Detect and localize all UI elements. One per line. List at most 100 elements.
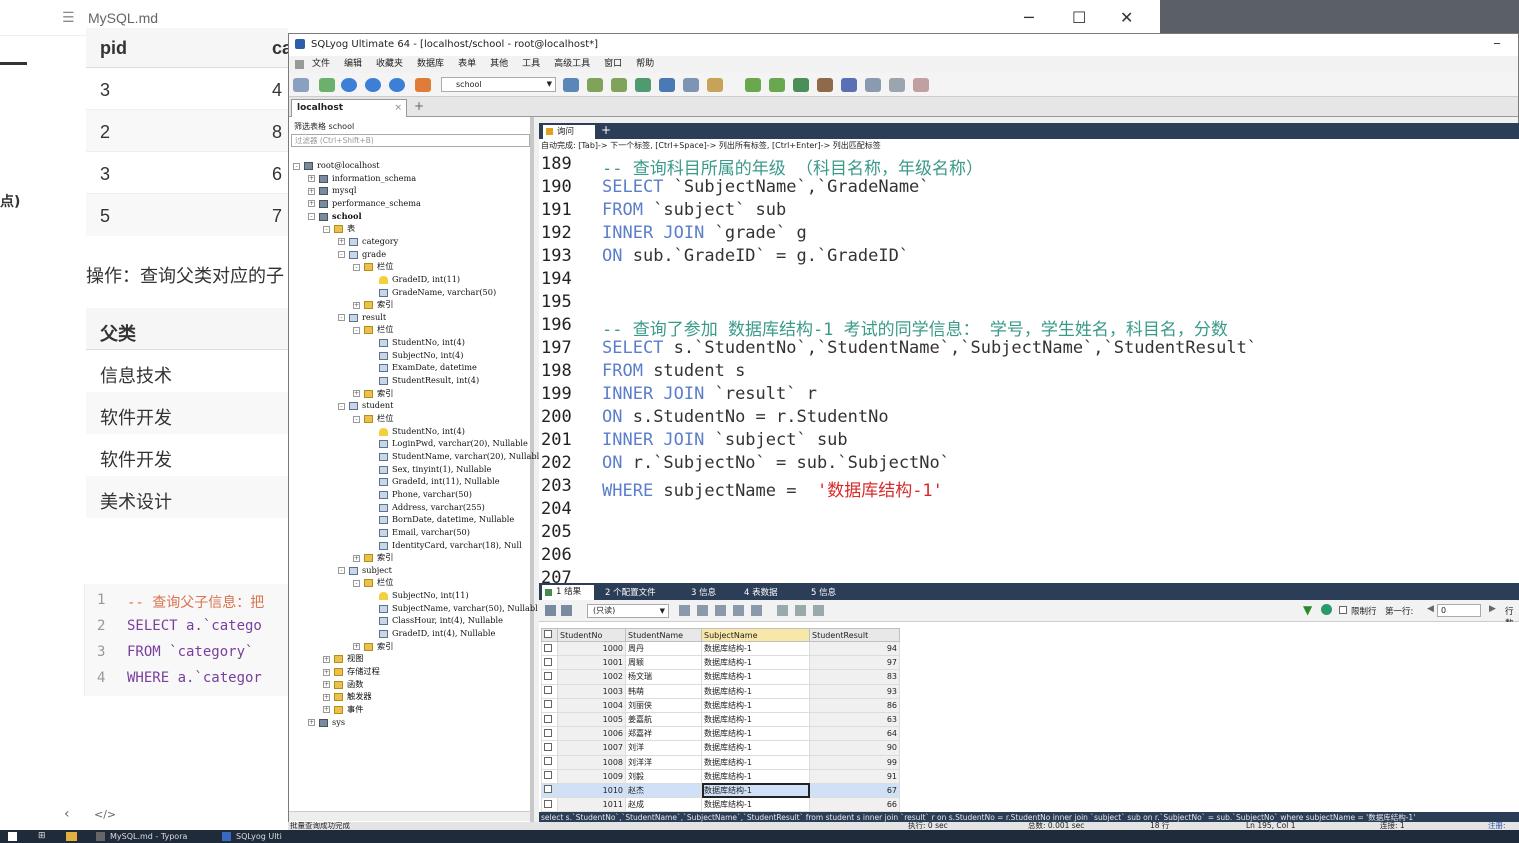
table-cell[interactable]: 数据库结构-1 <box>701 655 810 671</box>
tree-node[interactable]: - root@localhost <box>293 159 380 171</box>
table-cell[interactable]: 1010 <box>557 782 626 799</box>
tree-node[interactable]: + performance_schema <box>308 197 421 209</box>
menu-advanced-tools[interactable]: 高级工具 <box>554 56 590 73</box>
table-cell[interactable]: 1000 <box>557 640 626 657</box>
tree-node[interactable]: + sys <box>308 716 345 728</box>
menu-icon[interactable]: ☰ <box>62 10 75 26</box>
tree-node[interactable]: Address, varchar(255) <box>368 501 485 513</box>
table-cell[interactable]: 韩萌 <box>625 683 702 699</box>
designer-icon[interactable] <box>707 78 723 92</box>
duplicate-icon[interactable] <box>697 605 708 616</box>
backup-icon[interactable] <box>635 78 651 92</box>
menu-window[interactable]: 窗口 <box>604 56 622 73</box>
back-icon[interactable]: ‹ <box>64 806 70 822</box>
menu-help[interactable]: 帮助 <box>636 56 654 73</box>
app-menu-icon[interactable] <box>295 60 304 69</box>
expand-icon[interactable]: + <box>353 554 360 562</box>
collapse-icon[interactable]: - <box>353 263 360 271</box>
tree-node[interactable]: + 函数 <box>323 678 363 690</box>
copy-icon[interactable] <box>679 605 690 616</box>
execute-icon[interactable] <box>341 78 357 92</box>
add-query-tab-icon[interactable]: + <box>601 123 611 137</box>
table-cell[interactable]: 91 <box>809 768 900 784</box>
table-cell[interactable]: 数据库结构-1 <box>701 697 810 713</box>
menu-file[interactable]: 文件 <box>312 56 330 73</box>
tree-node[interactable]: ClassHour, int(4), Nullable <box>368 614 503 626</box>
close-icon[interactable]: ✕ <box>1120 8 1133 27</box>
notification-icon[interactable] <box>841 78 857 92</box>
tab-messages[interactable]: 3 信息 <box>691 586 716 598</box>
collapse-icon[interactable]: - <box>338 567 345 575</box>
table-cell[interactable]: 1011 <box>557 797 626 812</box>
form-view-icon[interactable] <box>795 605 806 616</box>
minimize-icon[interactable]: ─ <box>1494 34 1500 56</box>
column-header[interactable]: StudentName <box>625 628 702 642</box>
sql-editor[interactable]: 189 -- 查询科目所属的年级 （科目名称，年级名称） 190 SELECT `Su… <box>539 152 1519 583</box>
table-cell[interactable]: 94 <box>809 640 900 657</box>
expand-icon[interactable]: + <box>323 655 330 663</box>
connect-icon[interactable] <box>319 78 335 92</box>
filter-input[interactable]: 过滤器 (Ctrl+Shift+B) <box>291 134 530 147</box>
tree-node[interactable]: + 事件 <box>323 703 363 715</box>
grid-view-icon[interactable] <box>777 605 788 616</box>
tree-node[interactable]: - 栏位 <box>353 260 393 272</box>
tree-node[interactable]: + 索引 <box>353 640 393 652</box>
tree-node[interactable]: + mysql <box>308 184 356 196</box>
tree-node[interactable]: -表 <box>323 222 355 234</box>
table-cell[interactable]: 数据库结构-1 <box>701 797 810 812</box>
row-checkbox[interactable] <box>541 782 558 799</box>
sync-icon[interactable] <box>745 78 761 92</box>
export-icon[interactable] <box>611 78 627 92</box>
tab-info[interactable]: 5 信息 <box>811 586 836 598</box>
column-header[interactable]: StudentResult <box>809 628 900 642</box>
settings-icon[interactable] <box>913 78 929 92</box>
row-checkbox[interactable] <box>541 697 558 713</box>
tree-node[interactable]: + 索引 <box>353 551 393 563</box>
scheduler-icon[interactable] <box>817 78 833 92</box>
table-cell[interactable]: 93 <box>809 683 900 699</box>
taskbar-item-sqlyog[interactable]: SQLyog Ulti <box>236 832 282 841</box>
tree-node[interactable]: - student <box>338 399 393 411</box>
monitor-icon[interactable] <box>889 78 905 92</box>
query-builder-icon[interactable] <box>683 78 699 92</box>
column-header[interactable]: StudentNo <box>557 628 626 642</box>
table-row[interactable]: 1002 杨文瑞 数据库结构-1 83 <box>541 669 900 685</box>
new-connection-icon[interactable] <box>293 78 309 92</box>
export-icon[interactable] <box>545 605 556 616</box>
collapse-icon[interactable]: - <box>338 402 345 410</box>
row-checkbox[interactable] <box>541 711 558 728</box>
expand-icon[interactable]: + <box>353 643 360 651</box>
table-cell[interactable]: 67 <box>809 782 900 799</box>
table-cell[interactable]: 数据库结构-1 <box>701 711 810 728</box>
table-cell[interactable]: 1001 <box>557 655 626 671</box>
table-row[interactable]: 1007 刘洋 数据库结构-1 90 <box>541 740 900 756</box>
table-cell[interactable]: 64 <box>809 726 900 742</box>
table-cell[interactable]: 数据库结构-1 <box>701 669 810 685</box>
collapse-icon[interactable]: - <box>293 162 300 170</box>
table-cell[interactable]: 刘洋 <box>625 740 702 756</box>
filter-icon[interactable]: ▼ <box>1303 603 1312 617</box>
windows-start-icon[interactable] <box>8 832 17 841</box>
tree-node[interactable]: IdentityCard, varchar(18), Null <box>368 539 522 551</box>
table-cell[interactable]: 66 <box>809 797 900 812</box>
table-row[interactable]: 1001 周颖 数据库结构-1 97 <box>541 655 900 671</box>
refresh-icon[interactable] <box>415 78 431 92</box>
table-cell[interactable]: 刘毅 <box>625 768 702 784</box>
tree-node[interactable]: - result <box>338 311 386 323</box>
save-icon[interactable] <box>715 605 726 616</box>
expand-icon[interactable]: + <box>308 719 315 727</box>
menu-tools[interactable]: 工具 <box>522 56 540 73</box>
row-checkbox[interactable] <box>541 797 558 812</box>
table-cell[interactable]: 1003 <box>557 683 626 699</box>
expand-icon[interactable]: + <box>353 301 360 309</box>
database-select[interactable]: school ▼ <box>441 77 556 92</box>
table-cell[interactable]: 数据库结构-1 <box>701 726 810 742</box>
tree-node[interactable]: Sex, tinyint(1), Nullable <box>368 463 491 475</box>
menu-database[interactable]: 数据库 <box>417 56 444 73</box>
tree-node[interactable]: StudentResult, int(4) <box>368 374 479 386</box>
limit-checkbox[interactable] <box>1339 606 1347 617</box>
tree-node[interactable]: + 视图 <box>323 652 363 664</box>
collapse-icon[interactable]: - <box>353 579 360 587</box>
table-cell[interactable]: 数据库结构-1 <box>701 640 810 657</box>
collapse-icon[interactable]: - <box>323 225 330 233</box>
